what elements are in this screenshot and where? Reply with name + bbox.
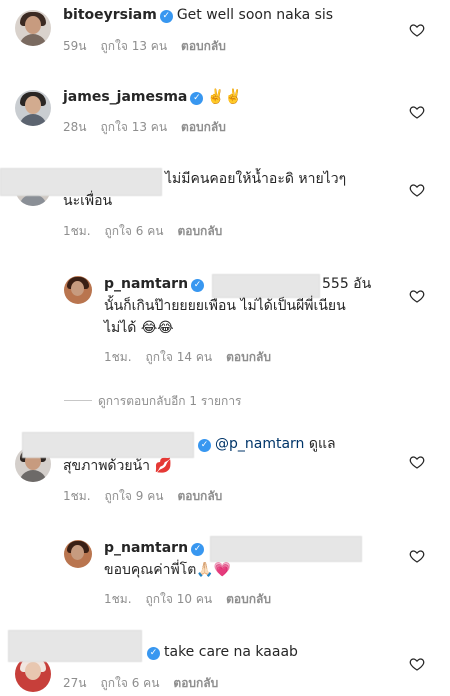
redacted-username: [8, 630, 142, 662]
verified-badge-icon: ✓: [191, 279, 205, 292]
comment-body: สุขภาพด้วยน้า 💋: [63, 458, 172, 474]
comment-meta: 27น ถูกใจ 6 คน ตอบกลับ: [63, 674, 232, 693]
timestamp: 1ชม.: [104, 592, 132, 606]
heart-outline-icon[interactable]: [409, 656, 425, 672]
timestamp: 1ชม.: [63, 224, 91, 238]
reply-button[interactable]: ตอบกลับ: [226, 350, 271, 364]
comment-james-jamesma: james_jamesma ✓ ✌️✌️ 28น ถูกใจ 13 คน ตอบกลับ: [0, 80, 450, 140]
like-count[interactable]: ถูกใจ 13 คน: [100, 120, 167, 134]
comment-text-line-1: ✓ @p_namtarn ดูแล: [195, 434, 336, 454]
comment-body-tail: 555 อัน: [322, 274, 371, 294]
comment-body: ไม่มีคนคอยให้น้ำอะดิ หายไวๆ: [165, 171, 347, 187]
view-more-replies[interactable]: ดูการตอบกลับอีก 1 รายการ: [64, 392, 242, 411]
reply-button[interactable]: ตอบกลับ: [226, 592, 271, 606]
divider: [64, 400, 92, 401]
comment-body: 555 อัน: [322, 276, 372, 292]
comment-text-line-1: p_namtarn ✓: [104, 538, 208, 558]
redacted-mention: [212, 274, 320, 298]
comment-body: นะเพื่อน: [63, 193, 113, 209]
comment-body: นั้นก็เกินป๊ายยยยเพือน ไม่ได้เป็นผีพี่เน…: [104, 298, 346, 314]
comment-body: ไม่ได้ 😂😂: [104, 320, 174, 336]
verified-badge-icon: ✓: [159, 10, 173, 23]
like-count[interactable]: ถูกใจ 13 คน: [100, 39, 167, 53]
timestamp: 28น: [63, 120, 87, 134]
comment-bitoeyrsiam: bitoeyrsiam ✓ Get well soon naka sis 59น ถู…: [0, 0, 450, 60]
username[interactable]: bitoeyrsiam: [63, 7, 157, 23]
view-more-replies-label: ดูการตอบกลับอีก 1 รายการ: [98, 394, 242, 408]
comment-text-line-1: p_namtarn ✓: [104, 274, 208, 294]
comment-redacted-user: ไม่มีคนคอยให้น้ำอะดิ หายไวๆ นะเพื่อน 1ชม…: [0, 160, 450, 250]
avatar[interactable]: [15, 90, 51, 126]
like-count[interactable]: ถูกใจ 6 คน: [105, 224, 164, 238]
comment-redacted-user-3: ✓ take care na kaaab 27น ถูกใจ 6 คน ตอบกลับ: [0, 628, 450, 696]
comment-meta: 1ชม. ถูกใจ 14 คน ตอบกลับ: [104, 348, 285, 367]
comment-meta: 1ชม. ถูกใจ 9 คน ตอบกลับ: [63, 487, 236, 506]
reply-button[interactable]: ตอบกลับ: [173, 676, 218, 690]
timestamp: 59น: [63, 39, 87, 53]
avatar[interactable]: [64, 276, 92, 304]
like-count[interactable]: ถูกใจ 6 คน: [100, 676, 159, 690]
comment-text: ✓ take care na kaaab: [144, 642, 298, 662]
heart-outline-icon[interactable]: [409, 182, 425, 198]
reply-p-namtarn-2: p_namtarn ✓ ขอบคุณค่าพี่โต🙏🏻💗 1ชม. ถูกใจ 1…: [0, 536, 450, 612]
heart-outline-icon[interactable]: [409, 548, 425, 564]
mention-link[interactable]: @p_namtarn: [215, 436, 304, 452]
comment-meta: 28น ถูกใจ 13 คน ตอบกลับ: [63, 118, 240, 137]
like-count[interactable]: ถูกใจ 9 คน: [105, 489, 164, 503]
username[interactable]: james_jamesma: [63, 89, 187, 105]
avatar[interactable]: [15, 10, 51, 46]
heart-outline-icon[interactable]: [409, 454, 425, 470]
timestamp: 1ชม.: [63, 489, 91, 503]
reply-button[interactable]: ตอบกลับ: [181, 120, 226, 134]
reply-button[interactable]: ตอบกลับ: [177, 489, 222, 503]
comment-meta: 1ชม. ถูกใจ 10 คน ตอบกลับ: [104, 590, 285, 609]
heart-outline-icon[interactable]: [409, 104, 425, 120]
comment-body: ขอบคุณค่าพี่โต🙏🏻💗: [104, 562, 232, 578]
comment-text: james_jamesma ✓ ✌️✌️: [63, 87, 242, 107]
heart-outline-icon[interactable]: [409, 288, 425, 304]
username[interactable]: p_namtarn: [104, 540, 188, 556]
verified-badge-icon: ✓: [198, 439, 211, 452]
reply-button[interactable]: ตอบกลับ: [181, 39, 226, 53]
timestamp: 1ชม.: [104, 350, 132, 364]
like-count[interactable]: ถูกใจ 10 คน: [146, 592, 213, 606]
comment-text-line-2: ขอบคุณค่าพี่โต🙏🏻💗: [104, 560, 231, 580]
comment-text-line-3: ไม่ได้ 😂😂: [104, 318, 174, 338]
reply-button[interactable]: ตอบกลับ: [177, 224, 222, 238]
avatar[interactable]: [64, 540, 92, 568]
comment-text-line-2: นะเพื่อน: [63, 191, 112, 211]
verified-badge-icon: ✓: [147, 647, 160, 660]
comment-redacted-user-2: ✓ @p_namtarn ดูแล สุขภาพด้วยน้า 💋 1ชม. ถูก…: [0, 428, 450, 518]
comment-text: bitoeyrsiam ✓ Get well soon naka sis: [63, 5, 333, 25]
comment-text-line-2: สุขภาพด้วยน้า 💋: [63, 456, 172, 476]
comment-body: Get well soon naka sis: [176, 7, 334, 23]
comment-body: ดูแล: [308, 436, 336, 452]
comment-text-line-2: นั้นก็เกินป๊ายยยยเพือน ไม่ได้เป็นผีพี่เน…: [104, 296, 346, 316]
verified-badge-icon: ✓: [191, 543, 205, 556]
comment-meta: 59น ถูกใจ 13 คน ตอบกลับ: [63, 37, 240, 56]
timestamp: 27น: [63, 676, 87, 690]
heart-outline-icon[interactable]: [409, 22, 425, 38]
comment-body: ✌️✌️: [207, 89, 243, 105]
redacted-mention: [210, 536, 362, 562]
comment-meta: 1ชม. ถูกใจ 6 คน ตอบกลับ: [63, 222, 236, 241]
comment-body: take care na kaaab: [164, 644, 298, 660]
like-count[interactable]: ถูกใจ 14 คน: [146, 350, 213, 364]
redacted-username: [22, 432, 194, 458]
reply-p-namtarn-1: p_namtarn ✓ 555 อัน นั้นก็เกินป๊ายยยยเพือ…: [0, 272, 450, 372]
username[interactable]: p_namtarn: [104, 276, 188, 292]
comment-text-line-1: ไม่มีคนคอยให้น้ำอะดิ หายไวๆ: [165, 169, 346, 189]
verified-badge-icon: ✓: [190, 92, 204, 105]
